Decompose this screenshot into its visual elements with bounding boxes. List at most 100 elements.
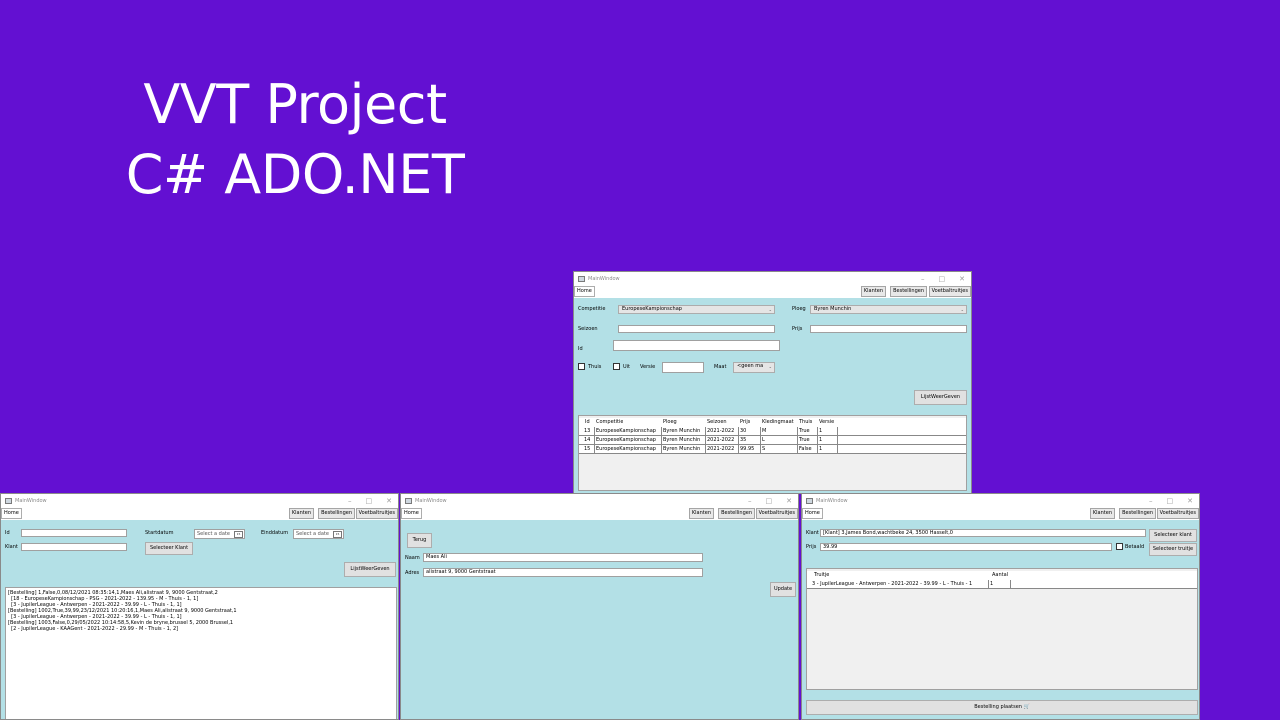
table-cell: 14	[583, 436, 595, 445]
klant-label: Klant	[806, 530, 819, 536]
window-app-icon	[5, 497, 12, 504]
table-row[interactable]: 13 EuropeseKampionschap Byren Munchin 20…	[579, 427, 966, 436]
bestelling-plaatsen-window: MainWindow – □ ✕ Home Klanten Bestelling…	[801, 493, 1200, 720]
nav-klanten-button[interactable]: Klanten	[1089, 508, 1115, 519]
calendar-icon[interactable]: 15	[234, 531, 243, 538]
nav-bestellingen-button[interactable]: Bestellingen	[890, 286, 927, 297]
nav-bar: Home Klanten Bestellingen Voetbaltruitje…	[802, 507, 1199, 520]
close-icon[interactable]: ✕	[386, 497, 392, 505]
terug-button[interactable]: Terug	[407, 533, 432, 548]
id-input[interactable]	[21, 529, 127, 537]
adres-input[interactable]: alistraat 9, 9000 Gentstraat	[423, 568, 703, 577]
betaald-label: Betaald	[1125, 544, 1145, 550]
table-row[interactable]: 3 - JupilerLeague - Antwerpen - 2021-202…	[807, 580, 1197, 589]
table-row[interactable]: 14 EuropeseKampionschap Byren Munchin 20…	[579, 436, 966, 445]
window-titlebar: MainWindow – □ ✕	[574, 272, 971, 285]
maximize-icon[interactable]: □	[366, 497, 373, 505]
window-app-icon	[405, 497, 412, 504]
nav-home-button[interactable]: Home	[574, 286, 595, 297]
column-header[interactable]: Truitje	[813, 571, 829, 580]
einddatum-placeholder: Select a date	[296, 531, 329, 537]
bestellingen-listbox[interactable]: [Bestelling] 1,False,0,08/12/2021 08:35:…	[5, 587, 397, 719]
betaald-checkbox[interactable]	[1116, 543, 1123, 550]
nav-bestellingen-button[interactable]: Bestellingen	[318, 508, 355, 519]
column-header[interactable]: Ploeg	[662, 418, 677, 427]
window-title: MainWindow	[15, 497, 47, 504]
bestellingen-window: MainWindow – □ ✕ Home Klanten Bestelling…	[0, 493, 399, 720]
id-label: Id	[578, 346, 583, 352]
minimize-icon[interactable]: –	[1149, 497, 1153, 505]
prijs-label: Prijs	[806, 544, 817, 550]
maximize-icon[interactable]: □	[1167, 497, 1174, 505]
seizoen-label: Seizoen	[578, 326, 598, 332]
nav-home-button[interactable]: Home	[401, 508, 422, 519]
column-header[interactable]: Versie	[818, 418, 834, 427]
update-button[interactable]: Update	[770, 582, 796, 597]
startdatum-placeholder: Select a date	[197, 531, 230, 537]
window-app-icon	[578, 275, 585, 282]
selecteer-klant-button[interactable]: Selecteer klant	[1149, 529, 1197, 542]
table-cell: 35	[739, 436, 761, 445]
close-icon[interactable]: ✕	[959, 275, 965, 283]
selecteer-truitje-button[interactable]: Selecteer truitje	[1149, 543, 1197, 556]
prijs-input[interactable]: 39.99	[820, 543, 1112, 551]
table-row[interactable]: 15 EuropeseKampionschap Byren Munchin 20…	[579, 445, 966, 454]
bestelling-plaatsen-button[interactable]: Bestelling plaatsen 🛒	[806, 700, 1198, 715]
table-cell: Byren Munchin	[662, 445, 706, 454]
column-header[interactable]: Aantal	[991, 571, 1008, 580]
close-icon[interactable]: ✕	[1187, 497, 1193, 505]
einddatum-datepicker[interactable]: Select a date 15	[293, 529, 344, 539]
naam-input[interactable]: Maes Ali	[423, 553, 703, 562]
nav-home-button[interactable]: Home	[802, 508, 823, 519]
calendar-icon[interactable]: 15	[333, 531, 342, 538]
table-cell: 3 - JupilerLeague - Antwerpen - 2021-202…	[811, 580, 989, 589]
nav-home-button[interactable]: Home	[1, 508, 22, 519]
minimize-icon[interactable]: –	[348, 497, 352, 505]
seizoen-input[interactable]	[618, 325, 775, 333]
close-icon[interactable]: ✕	[786, 497, 792, 505]
column-header[interactable]: Prijs	[739, 418, 750, 427]
versie-input[interactable]	[662, 362, 704, 373]
window-title: MainWindow	[588, 275, 620, 282]
ploeg-select[interactable]: Byren Munchin ⌄	[810, 305, 967, 314]
nav-voetbaltruitjes-button[interactable]: Voetbaltruitjes	[928, 286, 971, 297]
column-header[interactable]: Competitie	[595, 418, 623, 427]
id-label: Id	[5, 530, 10, 536]
thuis-checkbox[interactable]	[578, 363, 585, 370]
window-title: MainWindow	[816, 497, 848, 504]
nav-klanten-button[interactable]: Klanten	[688, 508, 714, 519]
maximize-icon[interactable]: □	[766, 497, 773, 505]
table-cell: 2021-2022	[706, 427, 739, 436]
nav-bestellingen-button[interactable]: Bestellingen	[1119, 508, 1156, 519]
nav-bestellingen-button[interactable]: Bestellingen	[718, 508, 755, 519]
column-header[interactable]: Seizoen	[706, 418, 727, 427]
table-cell: M	[761, 427, 798, 436]
lijst-weergeven-button[interactable]: LijstWeerGeven	[914, 390, 967, 405]
nav-voetbaltruitjes-button[interactable]: Voetbaltruitjes	[1156, 508, 1199, 519]
nav-voetbaltruitjes-button[interactable]: Voetbaltruitjes	[755, 508, 798, 519]
minimize-icon[interactable]: –	[748, 497, 752, 505]
table-cell: 30	[739, 427, 761, 436]
competitie-select[interactable]: EuropeseKampionschap ⌄	[618, 305, 775, 314]
nav-klanten-button[interactable]: Klanten	[860, 286, 886, 297]
maat-select[interactable]: <geen ma ⌄	[733, 362, 775, 373]
klant-input[interactable]: [Klant] 3,James Bond,wachtbeke 24, 3500 …	[820, 529, 1146, 537]
maximize-icon[interactable]: □	[939, 275, 946, 283]
truitjes-grid-header: Id Competitie Ploeg Seizoen Prijs Kledin…	[579, 418, 966, 427]
nav-voetbaltruitjes-button[interactable]: Voetbaltruitjes	[355, 508, 398, 519]
nav-klanten-button[interactable]: Klanten	[288, 508, 314, 519]
uit-checkbox[interactable]	[613, 363, 620, 370]
uit-label: Uit	[623, 364, 631, 370]
column-header[interactable]: Kledingmaat	[761, 418, 794, 427]
selecteer-klant-button[interactable]: Selecteer Klant	[145, 542, 193, 555]
klant-input[interactable]	[21, 543, 127, 551]
lijst-weergeven-button[interactable]: LijstWeerGeven	[344, 562, 396, 577]
window-titlebar: MainWindow – □ ✕	[1, 494, 398, 507]
minimize-icon[interactable]: –	[921, 275, 925, 283]
prijs-input[interactable]	[810, 325, 967, 333]
id-input[interactable]	[613, 340, 780, 351]
list-item[interactable]: [2 - JupilerLeague - KAAGent - 2021-2022…	[6, 626, 396, 632]
column-header[interactable]: Thuis	[798, 418, 812, 427]
startdatum-datepicker[interactable]: Select a date 15	[194, 529, 245, 539]
column-header[interactable]: Id	[584, 418, 590, 427]
